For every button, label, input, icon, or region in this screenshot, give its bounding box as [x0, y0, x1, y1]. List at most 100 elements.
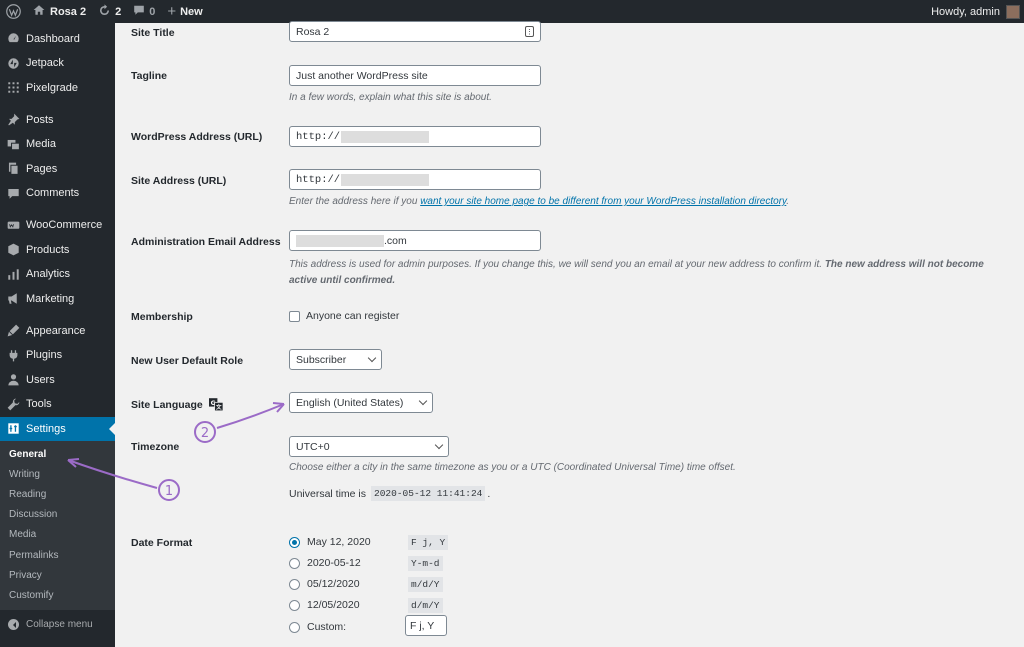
chevron-down-icon	[367, 353, 377, 363]
submenu-media[interactable]: Media	[0, 525, 115, 545]
date-format-radio[interactable]	[289, 578, 300, 590]
date-format-radio[interactable]	[289, 536, 300, 548]
home-icon	[33, 4, 45, 19]
comments-icon	[6, 186, 20, 200]
marketing-icon	[6, 292, 20, 306]
sidebar-item-pixelgrade[interactable]: Pixelgrade	[0, 76, 115, 101]
date-format-code: F j, Y	[408, 535, 449, 550]
submenu-general[interactable]: General	[0, 444, 115, 464]
new-content-link[interactable]: + New	[161, 0, 208, 23]
date-format-radio[interactable]	[289, 557, 300, 569]
admin-email-input[interactable]: .com	[289, 230, 541, 251]
sidebar-item-media[interactable]: Media	[0, 132, 115, 157]
default-role-select[interactable]: Subscriber	[289, 349, 382, 370]
site-address-help-link[interactable]: want your site home page to be different…	[420, 196, 786, 207]
comments-link[interactable]: 0	[127, 0, 161, 23]
collapse-menu-button[interactable]: Collapse menu	[0, 612, 115, 638]
sidebar-item-posts[interactable]: Posts	[0, 108, 115, 133]
date-format-option[interactable]: 05/12/2020	[289, 578, 360, 590]
universal-time-value: 2020-05-12 11:41:24	[371, 486, 486, 501]
site-title-label: Site Title	[131, 27, 175, 39]
new-label: New	[180, 5, 203, 18]
admin-email-description: This address is used for admin purposes.…	[289, 259, 984, 286]
date-format-radio[interactable]	[289, 599, 300, 611]
pin-icon	[6, 113, 20, 127]
date-format-option[interactable]: 12/05/2020	[289, 599, 360, 611]
updates-icon	[98, 3, 111, 20]
sidebar-item-comments[interactable]: Comments	[0, 181, 115, 206]
sidebar-item-products[interactable]: Products	[0, 238, 115, 263]
settings-icon	[6, 422, 20, 436]
date-format-code: Y-m-d	[408, 556, 443, 571]
sidebar-item-tools[interactable]: Tools	[0, 392, 115, 417]
timezone-label: Timezone	[131, 441, 180, 453]
site-address-label: Site Address (URL)	[131, 175, 227, 187]
sidebar-item-dashboard[interactable]: Dashboard	[0, 27, 115, 52]
users-icon	[6, 373, 20, 387]
sidebar-item-jetpack[interactable]: Jetpack	[0, 51, 115, 76]
membership-label: Membership	[131, 311, 193, 323]
chevron-down-icon	[418, 396, 428, 406]
universal-time: Universal time is 2020-05-12 11:41:24 .	[289, 486, 491, 501]
annotation-number-1: 1	[165, 484, 173, 499]
sidebar-item-users[interactable]: Users	[0, 368, 115, 393]
anyone-can-register-checkbox[interactable]	[289, 310, 300, 322]
site-address-input[interactable]: http://	[289, 169, 541, 190]
plugins-icon	[6, 348, 20, 362]
sidebar-item-pages[interactable]: Pages	[0, 157, 115, 182]
sidebar-item-marketing[interactable]: Marketing	[0, 287, 115, 312]
pixelgrade-icon	[6, 81, 20, 95]
submenu-privacy[interactable]: Privacy	[0, 565, 115, 585]
comment-bubble-icon	[133, 4, 145, 19]
sidebar-item-appearance[interactable]: Appearance	[0, 319, 115, 344]
collapse-arrow-icon	[8, 619, 19, 630]
site-title-input[interactable]: Rosa 2 ⋮	[289, 21, 541, 42]
submenu-reading[interactable]: Reading	[0, 484, 115, 504]
media-icon	[6, 137, 20, 151]
updates-link[interactable]: 2	[92, 0, 127, 23]
sidebar-item-plugins[interactable]: Plugins	[0, 343, 115, 368]
submenu-writing[interactable]: Writing	[0, 464, 115, 484]
redacted-url	[341, 173, 430, 186]
dashboard-icon	[6, 32, 20, 46]
account-menu[interactable]: Howdy, admin	[925, 0, 1024, 23]
password-manager-icon[interactable]: ⋮	[525, 26, 534, 37]
site-name-link[interactable]: Rosa 2	[27, 0, 92, 23]
anyone-can-register-option[interactable]: Anyone can register	[289, 310, 399, 322]
wordpress-address-input[interactable]: http://	[289, 126, 541, 147]
site-name: Rosa 2	[50, 5, 87, 18]
custom-date-format-input[interactable]: F j, Y	[405, 615, 447, 636]
submenu-customify[interactable]: Customify	[0, 585, 115, 605]
chevron-down-icon	[434, 440, 444, 450]
wordpress-address-label: WordPress Address (URL)	[131, 131, 263, 143]
date-format-option[interactable]: 2020-05-12	[289, 557, 361, 569]
admin-bar: Rosa 2 2 0 + New Howdy, admin	[0, 0, 1024, 23]
wordpress-logo-icon[interactable]	[0, 0, 27, 23]
comments-count: 0	[149, 5, 156, 18]
date-format-option[interactable]: May 12, 2020	[289, 536, 371, 548]
tagline-input[interactable]: Just another WordPress site	[289, 65, 541, 86]
plus-icon: +	[167, 3, 177, 20]
submenu-discussion[interactable]: Discussion	[0, 505, 115, 525]
redacted-url	[341, 130, 430, 143]
submenu-permalinks[interactable]: Permalinks	[0, 545, 115, 565]
sidebar-item-woocommerce[interactable]: WooCommerce	[0, 213, 115, 238]
appearance-icon	[6, 324, 20, 338]
timezone-select[interactable]: UTC+0	[289, 436, 449, 457]
date-format-custom-option[interactable]: Custom:	[289, 621, 346, 633]
site-language-label: Site Language G文	[131, 398, 223, 411]
sidebar-item-analytics[interactable]: Analytics	[0, 262, 115, 287]
date-format-code: d/m/Y	[408, 598, 443, 613]
analytics-icon	[6, 267, 20, 281]
sidebar-item-settings[interactable]: Settings	[0, 416, 115, 441]
pages-icon	[6, 162, 20, 176]
date-format-code: m/d/Y	[408, 577, 443, 592]
site-address-description: Enter the address here if you want your …	[289, 196, 790, 207]
tagline-description: In a few words, explain what this site i…	[289, 92, 492, 103]
site-language-select[interactable]: English (United States)	[289, 392, 433, 413]
admin-sidebar: Dashboard Jetpack Pixelgrade Posts Media…	[0, 23, 115, 647]
translation-icon: G文	[208, 398, 223, 411]
annotation-number-2: 2	[201, 426, 209, 441]
date-format-radio[interactable]	[289, 621, 300, 633]
updates-count: 2	[115, 5, 122, 18]
